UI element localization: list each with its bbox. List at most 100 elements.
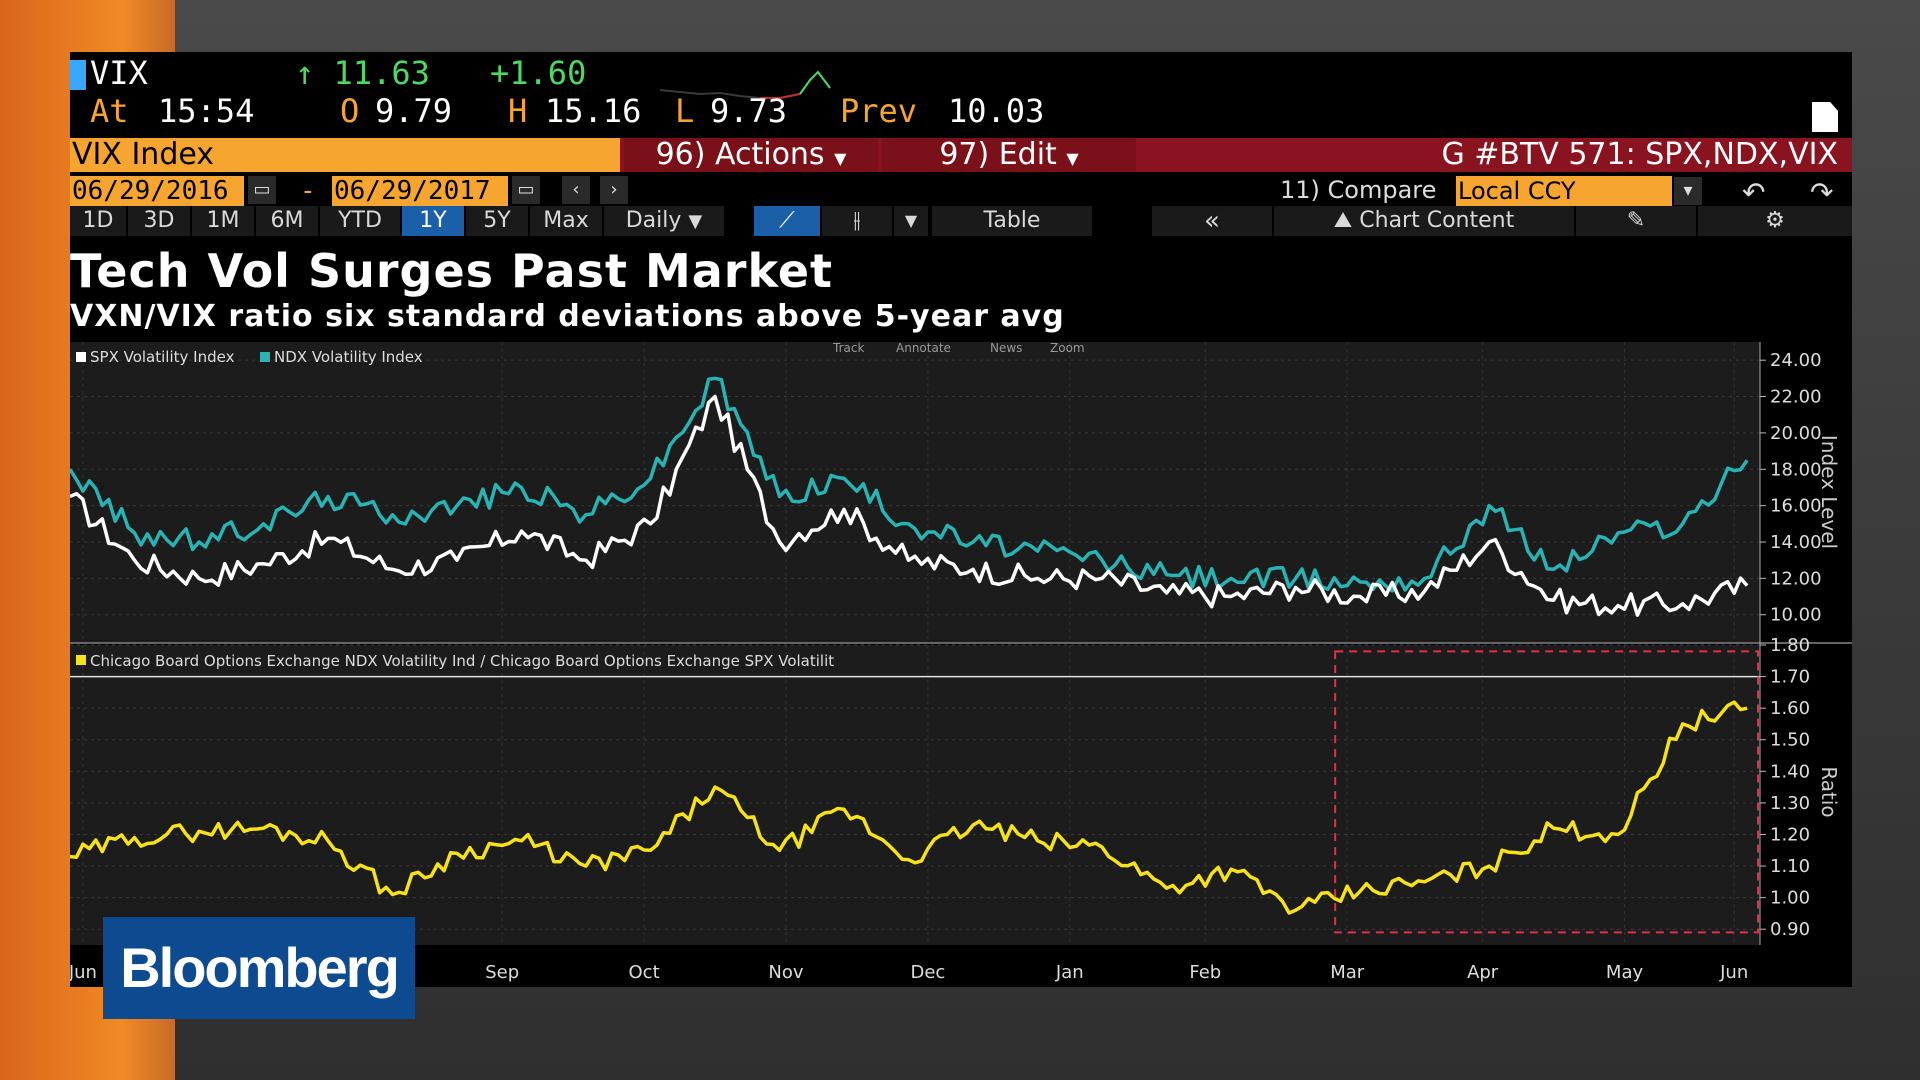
x-tick-label: Sep xyxy=(485,962,519,983)
y-tick-label-lower: 1.10 xyxy=(1770,856,1810,877)
legend-spx: SPX Volatility Index xyxy=(90,348,235,366)
quote-time: 15:54 xyxy=(158,92,255,130)
upper-panel-bg xyxy=(70,342,1760,642)
edit-pen-icon[interactable]: ✎ xyxy=(1576,206,1696,236)
bloomberg-logo: Bloomberg xyxy=(103,917,415,1019)
dropdown-arrow-icon: ▼ xyxy=(834,149,847,168)
x-tick-label: Jun xyxy=(70,962,97,983)
y-tick-label-upper: 22.00 xyxy=(1770,387,1822,408)
video-background: VIX ↑ 11.63 +1.60 At 15:54 O 9.79 H 15.1… xyxy=(0,0,1920,1080)
line-chart-icon[interactable]: ⟋ xyxy=(754,206,820,236)
y-tick-label-lower: 0.90 xyxy=(1770,919,1810,940)
dropdown-arrow-icon: ▼ xyxy=(1066,149,1079,168)
export-icon[interactable] xyxy=(1812,102,1838,132)
chart-content-icon: ⛰ xyxy=(1333,208,1353,233)
y-tick-label-lower: 1.70 xyxy=(1770,667,1810,688)
actions-menu[interactable]: 96) Actions ▼ xyxy=(624,138,878,172)
chevron-down-icon[interactable]: ▼ xyxy=(894,206,928,236)
calendar-icon[interactable]: ▭ xyxy=(512,176,540,204)
chevron-left-icon[interactable]: ‹ xyxy=(562,176,590,204)
open-label: O xyxy=(340,92,360,130)
y-axis-label-upper: Index Level xyxy=(1817,435,1841,549)
y-tick-label-lower: 1.30 xyxy=(1770,793,1810,814)
chart-content-button[interactable]: ⛰ Chart Content xyxy=(1274,206,1574,236)
table-button[interactable]: Table xyxy=(932,206,1092,236)
frequency-label: Daily xyxy=(625,208,682,233)
legend-swatch-spx xyxy=(76,352,86,362)
y-tick-label-upper: 24.00 xyxy=(1770,350,1822,371)
prev-value: 10.03 xyxy=(948,92,1045,130)
graph-id: G #BTV 571: SPX,NDX,VIX xyxy=(1441,137,1838,172)
at-label: At xyxy=(90,92,129,130)
undo-icon[interactable]: ↶ xyxy=(1742,176,1765,209)
chevron-right-icon[interactable]: › xyxy=(600,176,628,204)
compare-button[interactable]: 11) Compare xyxy=(1280,176,1436,204)
x-tick-label: Nov xyxy=(768,962,803,983)
y-tick-label-upper: 12.00 xyxy=(1770,568,1822,589)
legend-swatch-ratio xyxy=(76,655,86,665)
y-tick-label-upper: 14.00 xyxy=(1770,532,1822,553)
edit-menu[interactable]: 97) Edit ▼ xyxy=(882,138,1136,172)
x-tick-label: May xyxy=(1606,962,1644,983)
x-tick-label: Jan xyxy=(1055,962,1084,983)
actions-label: 96) Actions xyxy=(655,137,825,172)
collapse-icon[interactable]: « xyxy=(1152,206,1272,236)
chevron-down-icon[interactable]: ▾ xyxy=(1674,177,1702,205)
high-value: 15.16 xyxy=(545,92,642,130)
period-1m[interactable]: 1M xyxy=(192,206,254,236)
chart-subtitle: VXN/VIX ratio six standard deviations ab… xyxy=(70,299,1065,334)
year-label: 2016 xyxy=(570,986,616,987)
x-tick-label: Oct xyxy=(629,962,660,983)
period-1y[interactable]: 1Y xyxy=(402,206,464,236)
ticker-marker xyxy=(70,60,86,90)
legend-ndx: NDX Volatility Index xyxy=(274,348,423,366)
period-ytd[interactable]: YTD xyxy=(320,206,400,236)
low-value: 9.73 xyxy=(710,92,788,130)
x-tick-label: Mar xyxy=(1330,962,1365,983)
dropdown-arrow-icon: ▼ xyxy=(688,211,703,232)
y-tick-label-upper: 18.00 xyxy=(1770,459,1822,480)
last-value: 11.63 xyxy=(333,54,430,92)
gear-icon[interactable]: ⚙ xyxy=(1698,206,1852,236)
legend-swatch-ndx xyxy=(260,352,270,362)
y-tick-label-lower: 1.00 xyxy=(1770,888,1810,909)
ticker: VIX xyxy=(90,54,148,92)
y-axis-label-lower: Ratio xyxy=(1817,766,1841,817)
legend-ratio: Chicago Board Options Exchange NDX Volat… xyxy=(90,652,834,670)
security-field[interactable]: VIX Index xyxy=(70,138,620,172)
chart-area: 24.00 22.00 20.00 18.00 16.00 14.00 12.00 10.00… xyxy=(70,342,1852,987)
change-value: +1.60 xyxy=(490,54,587,92)
y-tick-label-upper: 10.00 xyxy=(1770,605,1822,626)
x-tick-label: Feb xyxy=(1189,962,1221,983)
frequency-select[interactable]: Daily ▼ xyxy=(604,206,724,236)
period-6m[interactable]: 6M xyxy=(256,206,318,236)
calendar-icon[interactable]: ▭ xyxy=(248,176,276,204)
date-range-row: 06/29/2016 ▭ - 06/29/2017 ▭ ‹ › 11) Comp… xyxy=(70,176,1852,209)
lower-panel-bg xyxy=(70,645,1760,945)
track-tool[interactable]: Track xyxy=(832,342,864,355)
bloomberg-terminal: VIX ↑ 11.63 +1.60 At 15:54 O 9.79 H 15.1… xyxy=(70,52,1852,987)
zoom-tool[interactable]: Zoom xyxy=(1050,342,1085,355)
period-1d[interactable]: 1D xyxy=(70,206,126,236)
period-max[interactable]: Max xyxy=(530,206,602,236)
bar-chart-icon[interactable]: ⫲ xyxy=(822,206,892,236)
x-tick-label: Dec xyxy=(910,962,945,983)
period-5y[interactable]: 5Y xyxy=(466,206,528,236)
edit-label: 97) Edit xyxy=(939,137,1057,172)
period-3d[interactable]: 3D xyxy=(128,206,190,236)
menu-bar: VIX Index 96) Actions ▼ 97) Edit ▼ G #BT… xyxy=(70,138,1852,172)
prev-label: Prev xyxy=(840,92,918,130)
annotate-tool[interactable]: Annotate xyxy=(896,342,951,355)
redo-icon[interactable]: ↷ xyxy=(1810,176,1833,209)
currency-select[interactable]: Local CCY xyxy=(1456,176,1672,206)
year-label: 2017 xyxy=(1331,986,1377,987)
y-tick-label-upper: 16.00 xyxy=(1770,496,1822,517)
news-tool[interactable]: News xyxy=(990,342,1022,355)
y-tick-label-lower: 1.80 xyxy=(1770,635,1810,656)
start-date-field[interactable]: 06/29/2016 xyxy=(70,176,244,206)
end-date-field[interactable]: 06/29/2017 xyxy=(332,176,508,206)
y-tick-label-lower: 1.50 xyxy=(1770,730,1810,751)
low-label: L xyxy=(675,92,695,130)
high-label: H xyxy=(508,92,528,130)
last-price: ↑ 11.63 xyxy=(295,54,430,92)
